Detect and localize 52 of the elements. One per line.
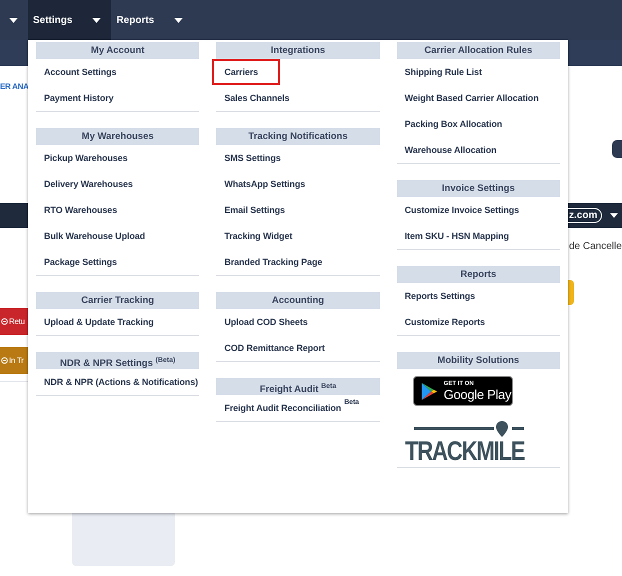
menu-link[interactable]: Reports Settings — [396, 283, 560, 309]
menu-link[interactable]: Shipping Rule List — [396, 59, 560, 85]
menu-link[interactable]: Pickup Warehouses — [36, 145, 200, 171]
menu-link[interactable]: Tracking Widget — [216, 223, 380, 249]
section-header: Carrier Allocation Rules — [396, 42, 560, 59]
menu-link[interactable]: Package Settings — [36, 249, 200, 275]
menu-link[interactable]: Item SKU - HSN Mapping — [396, 223, 560, 249]
menu-link[interactable]: Warehouse Allocation — [396, 137, 560, 163]
menu-link[interactable]: Sales Channels — [216, 85, 380, 111]
caret-icon — [92, 18, 102, 22]
menu-link[interactable]: RTO Warehouses — [36, 197, 200, 223]
section-header: Tracking Notifications — [216, 128, 380, 145]
menu-link[interactable]: Upload COD Sheets — [216, 309, 380, 335]
caret-icon[interactable] — [610, 213, 618, 218]
menu-link[interactable]: Customize Reports — [396, 309, 560, 335]
section-header: Integrations — [216, 42, 380, 59]
section-header: Reports — [396, 266, 560, 283]
caret-icon — [174, 18, 184, 22]
status-icon — [1, 357, 8, 364]
section-header: My Account — [36, 42, 200, 59]
menu-link[interactable]: COD Remittance Report — [216, 335, 380, 361]
status-text: de Cancelle — [569, 241, 622, 252]
status-button[interactable]: In Tr — [0, 347, 28, 374]
menu-link[interactable]: Upload & Update Tracking — [36, 309, 200, 335]
menu-link[interactable]: Carriers — [212, 59, 280, 85]
menu-link[interactable]: Freight Audit Reconciliation $^{Beta}$ — [216, 395, 380, 421]
section-header: Invoice Settings — [396, 180, 560, 197]
nav-menu[interactable]: Settings — [28, 0, 112, 40]
menu-link[interactable]: Customize Invoice Settings — [396, 197, 560, 223]
menu-link[interactable]: Bulk Warehouse Upload — [36, 223, 200, 249]
section-header: Mobility Solutions — [396, 352, 560, 369]
status-icon — [1, 318, 8, 325]
logo: TRACKMILE — [404, 421, 527, 465]
caret-icon[interactable] — [9, 18, 18, 22]
section-header: Freight Audit $^{Beta}$ — [216, 378, 380, 395]
menu-link[interactable]: SMS Settings — [216, 145, 380, 171]
menu-link[interactable]: Branded Tracking Page — [216, 249, 380, 275]
section-header: NDR & NPR Settings $^{(Beta)}$ — [36, 352, 200, 369]
menu-link[interactable]: Delivery Warehouses — [36, 171, 200, 197]
menu-link[interactable]: Weight Based Carrier Allocation — [396, 85, 560, 111]
section-header: My Warehouses — [36, 128, 200, 145]
section-header: Accounting — [216, 292, 380, 309]
status-button[interactable]: Retu — [0, 308, 28, 335]
menu-link[interactable]: Account Settings — [36, 59, 200, 85]
nav-menu[interactable]: Reports — [111, 0, 194, 40]
menu-link[interactable]: WhatsApp Settings — [216, 171, 380, 197]
section-header: Carrier Tracking — [36, 292, 200, 309]
menu-link[interactable]: NDR & NPR (Actions & Notifications) — [36, 369, 200, 395]
menu-link[interactable]: Email Settings — [216, 197, 380, 223]
menu-link[interactable]: Payment History — [36, 85, 200, 111]
tab-link[interactable]: ER ANA — [0, 82, 29, 91]
menu-link[interactable]: Packing Box Allocation — [396, 111, 560, 137]
